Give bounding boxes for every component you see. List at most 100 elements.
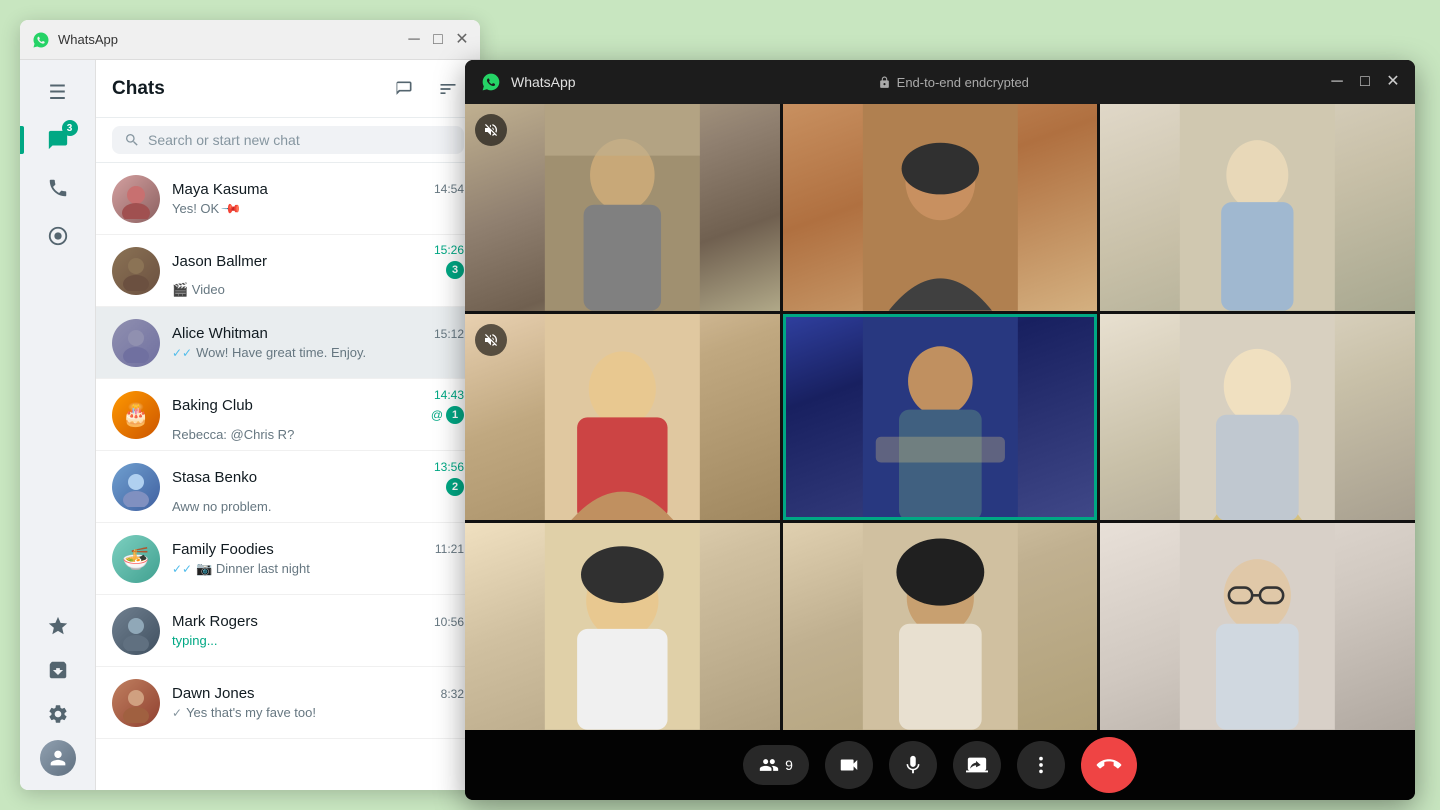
chat-item-dawn[interactable]: Dawn Jones 8:32 ✓ Yes that's my fave too… — [96, 667, 480, 739]
chat-name-row-jason: Jason Ballmer 15:26 3 — [172, 243, 464, 279]
filter-btn[interactable] — [432, 73, 464, 105]
unread-badge-jason: 3 — [446, 261, 464, 279]
screen-share-btn[interactable] — [953, 741, 1001, 789]
avatar-jason — [112, 247, 160, 295]
sidebar-item-chats[interactable]: 3 — [38, 120, 78, 160]
chat-name-row-maya: Maya Kasuma 14:54 — [172, 181, 464, 198]
chat-info-alice: Alice Whitman 15:12 ✓✓ Wow! Have great t… — [172, 325, 464, 360]
chat-item-jason[interactable]: Jason Ballmer 15:26 3 🎬 Video — [96, 235, 480, 307]
chat-name-alice: Alice Whitman — [172, 325, 268, 342]
video-cell-7 — [465, 523, 780, 730]
chat-name-row-stasa: Stasa Benko 13:56 2 — [172, 460, 464, 496]
typing-indicator: typing... — [172, 633, 218, 648]
chat-name-row-family: Family Foodies 11:21 — [172, 541, 464, 558]
chat-item-alice[interactable]: Alice Whitman 15:12 ✓✓ Wow! Have great t… — [96, 307, 480, 379]
main-window: WhatsApp ─ □ ✕ ☰ 3 — [20, 20, 480, 790]
encryption-text: End-to-end endcrypted — [897, 75, 1029, 90]
sidebar-item-settings[interactable] — [38, 694, 78, 734]
pin-icon-maya: 📌 — [220, 201, 243, 217]
chat-meta-family: 11:21 — [435, 542, 464, 556]
chat-panel: Chats — [96, 60, 480, 790]
mute-indicator-4 — [475, 324, 507, 356]
chat-info-dawn: Dawn Jones 8:32 ✓ Yes that's my fave too… — [172, 685, 464, 720]
end-call-btn[interactable] — [1081, 737, 1137, 793]
video-toggle-btn[interactable] — [825, 741, 873, 789]
search-bar — [96, 118, 480, 163]
search-icon — [124, 132, 140, 148]
chat-time-jason: 15:26 — [434, 243, 464, 257]
participants-icon — [759, 755, 779, 775]
chat-name-family: Family Foodies — [172, 541, 274, 558]
video-close-btn[interactable]: ✕ — [1387, 76, 1399, 88]
mention-icon: @ — [431, 408, 443, 422]
participants-btn[interactable]: 9 — [743, 745, 809, 785]
unread-badge-baking: 1 — [446, 406, 464, 424]
chat-name-stasa: Stasa Benko — [172, 469, 257, 486]
search-input[interactable] — [148, 132, 452, 148]
sidebar-item-archived[interactable] — [38, 650, 78, 690]
chat-name-row-alice: Alice Whitman 15:12 — [172, 325, 464, 342]
chat-preview-family: ✓✓ 📷 Dinner last night — [172, 561, 464, 577]
chat-info-maya: Maya Kasuma 14:54 Yes! OK 📌 — [172, 181, 464, 217]
chat-info-baking: Baking Club 14:43 @ 1 Rebecca: @Chris R? — [172, 388, 464, 442]
mic-toggle-btn[interactable] — [889, 741, 937, 789]
chat-info-mark: Mark Rogers 10:56 typing... — [172, 613, 464, 648]
avatar-baking: 🎂 — [112, 391, 160, 439]
chat-header: Chats — [96, 60, 480, 118]
chat-time-maya: 14:54 — [434, 182, 464, 196]
window-controls: ─ □ ✕ — [408, 34, 468, 46]
chat-item-baking[interactable]: 🎂 Baking Club 14:43 @ 1 Rebecca — [96, 379, 480, 451]
avatar-dawn — [112, 679, 160, 727]
chat-meta-alice: 15:12 — [434, 327, 464, 341]
sidebar-bottom — [38, 602, 78, 782]
video-minimize-btn[interactable]: ─ — [1331, 76, 1343, 88]
chat-preview-stasa: Aww no problem. — [172, 499, 464, 514]
chat-meta-baking: 14:43 @ 1 — [431, 388, 464, 424]
chat-item-maya[interactable]: Maya Kasuma 14:54 Yes! OK 📌 — [96, 163, 480, 235]
new-chat-btn[interactable] — [388, 73, 420, 105]
chat-time-alice: 15:12 — [434, 327, 464, 341]
sidebar-item-calls[interactable] — [38, 168, 78, 208]
sidebar-item-status[interactable] — [38, 216, 78, 256]
chat-meta-stasa: 13:56 2 — [434, 460, 464, 496]
chat-list: Maya Kasuma 14:54 Yes! OK 📌 — [96, 163, 480, 790]
video-cell-8 — [783, 523, 1098, 730]
close-btn[interactable]: ✕ — [456, 34, 468, 46]
sidebar-item-starred[interactable] — [38, 606, 78, 646]
chat-preview-alice: ✓✓ Wow! Have great time. Enjoy. — [172, 345, 464, 360]
lock-icon — [878, 76, 891, 89]
chats-title: Chats — [112, 78, 388, 100]
chat-preview-mark: typing... — [172, 633, 464, 648]
video-call-window: WhatsApp End-to-end endcrypted ─ □ ✕ — [465, 60, 1415, 800]
chat-time-dawn: 8:32 — [441, 687, 464, 701]
avatar-family: 🍜 — [112, 535, 160, 583]
video-cell-1 — [465, 104, 780, 311]
search-input-wrap[interactable] — [112, 126, 464, 154]
chat-time-stasa: 13:56 — [434, 460, 464, 474]
window-app-title: WhatsApp — [58, 32, 118, 47]
call-controls: 9 — [465, 730, 1415, 800]
avatar-maya — [112, 175, 160, 223]
whatsapp-icon — [32, 31, 50, 49]
window-titlebar: WhatsApp ─ □ ✕ — [20, 20, 480, 60]
sidebar-item-menu[interactable]: ☰ — [38, 72, 78, 112]
unread-badge-stasa: 2 — [446, 478, 464, 496]
video-cell-3 — [1100, 104, 1415, 311]
chat-item-stasa[interactable]: Stasa Benko 13:56 2 Aww no problem. — [96, 451, 480, 523]
chat-time-family: 11:21 — [435, 542, 464, 556]
maximize-btn[interactable]: □ — [432, 34, 444, 46]
avatar-mark — [112, 607, 160, 655]
chat-preview-baking: Rebecca: @Chris R? — [172, 427, 464, 442]
more-options-btn[interactable] — [1017, 741, 1065, 789]
chat-time-mark: 10:56 — [434, 615, 464, 629]
chat-name-mark: Mark Rogers — [172, 613, 258, 630]
chat-header-icons — [388, 73, 464, 105]
video-titlebar: WhatsApp End-to-end endcrypted ─ □ ✕ — [465, 60, 1415, 104]
chat-item-family[interactable]: 🍜 Family Foodies 11:21 ✓✓ 📷 Dinner last … — [96, 523, 480, 595]
video-maximize-btn[interactable]: □ — [1359, 76, 1371, 88]
chat-name-baking: Baking Club — [172, 397, 253, 414]
chat-name-jason: Jason Ballmer — [172, 253, 267, 270]
chat-item-mark[interactable]: Mark Rogers 10:56 typing... — [96, 595, 480, 667]
user-avatar[interactable] — [38, 738, 78, 778]
minimize-btn[interactable]: ─ — [408, 34, 420, 46]
